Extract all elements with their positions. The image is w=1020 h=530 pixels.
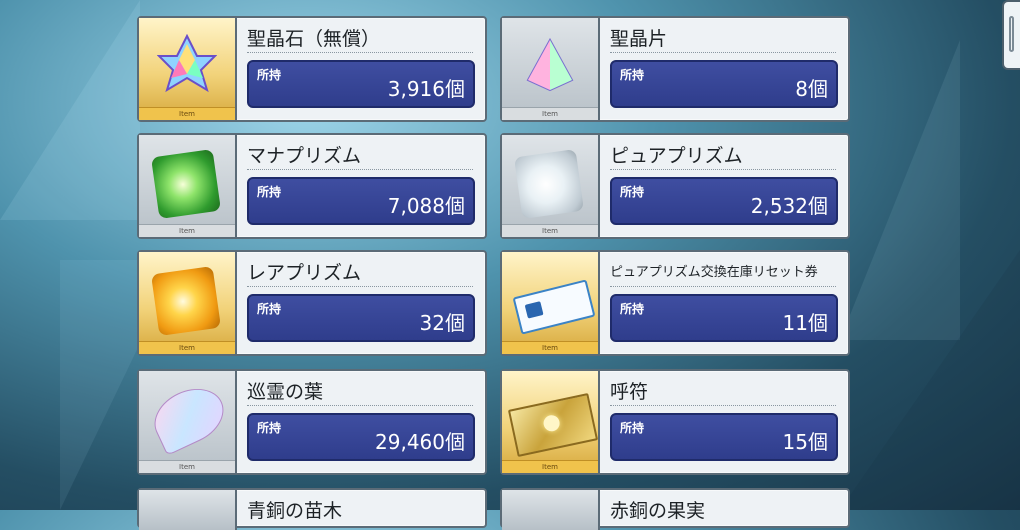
owned-label: 所持: [257, 302, 282, 316]
owned-label: 所持: [620, 421, 645, 435]
item-thumbnail: Item: [139, 18, 237, 120]
divider: [247, 405, 473, 406]
owned-count: 8個: [795, 77, 828, 101]
owned-label: 所持: [257, 421, 282, 435]
item-card-saint-quartz-fragment[interactable]: Item 聖晶片 所持 8個: [500, 16, 850, 122]
item-thumbnail: Item: [139, 252, 237, 354]
summon-ticket-icon: [507, 393, 598, 457]
item-name: ピュアプリズム交換在庫リセット券: [610, 265, 818, 280]
item-card-summon-ticket[interactable]: Item 呼符 所持 15個: [500, 369, 850, 475]
item-name: 聖晶石（無償）: [247, 28, 381, 50]
rare-prism-icon: [150, 265, 222, 337]
owned-box: 所持 7,088個: [247, 177, 475, 225]
item-tag: Item: [139, 341, 235, 354]
owned-label: 所持: [620, 68, 645, 82]
owned-count: 2,532個: [750, 194, 828, 218]
item-name: 聖晶片: [610, 28, 668, 50]
item-thumbnail: [139, 490, 237, 530]
owned-box: 所持 29,460個: [247, 413, 475, 461]
owned-box: 所持 11個: [610, 294, 838, 342]
item-name: 巡霊の葉: [247, 381, 324, 403]
divider: [247, 286, 473, 287]
item-card-pure-prism[interactable]: Item ピュアプリズム 所持 2,532個: [500, 133, 850, 239]
item-tag: Item: [139, 107, 235, 120]
item-tag: Item: [502, 107, 598, 120]
pure-prism-icon: [513, 148, 585, 220]
item-thumbnail: Item: [502, 371, 600, 473]
item-tag: Item: [502, 224, 598, 237]
owned-label: 所持: [257, 68, 282, 82]
owned-count: 7,088個: [387, 194, 465, 218]
item-card-saint-quartz[interactable]: Item 聖晶石（無償） 所持 3,916個: [137, 16, 487, 122]
item-card-rare-prism[interactable]: Item レアプリズム 所持 32個: [137, 250, 487, 356]
item-card-leaf[interactable]: Item 巡霊の葉 所持 29,460個: [137, 369, 487, 475]
scrollbar-handle[interactable]: [1002, 0, 1020, 70]
divider: [610, 286, 836, 287]
item-tag: Item: [502, 460, 598, 473]
item-thumbnail: Item: [139, 371, 237, 473]
owned-box: 所持 8個: [610, 60, 838, 108]
saint-quartz-fragment-icon: [526, 37, 574, 92]
item-tag: Item: [139, 460, 235, 473]
item-tag: Item: [139, 224, 235, 237]
item-card-mana-prism[interactable]: Item マナプリズム 所持 7,088個: [137, 133, 487, 239]
owned-count: 32個: [419, 311, 465, 335]
item-thumbnail: Item: [139, 135, 237, 237]
item-card-partial[interactable]: 青銅の苗木: [137, 488, 487, 530]
divider: [610, 405, 836, 406]
divider: [610, 169, 836, 170]
owned-label: 所持: [620, 302, 645, 316]
divider: [247, 52, 473, 53]
item-thumbnail: Item: [502, 18, 600, 120]
item-thumbnail: [502, 490, 600, 530]
owned-count: 11個: [782, 311, 828, 335]
item-name: ピュアプリズム: [610, 145, 743, 167]
divider: [247, 169, 473, 170]
saint-quartz-icon: [157, 34, 217, 93]
background-shard: [840, 250, 1020, 510]
mana-prism-icon: [150, 148, 222, 220]
owned-label: 所持: [257, 185, 282, 199]
ticket-icon: [512, 279, 596, 335]
item-tag: Item: [502, 341, 598, 354]
item-name: マナプリズム: [247, 145, 362, 167]
owned-count: 29,460個: [375, 430, 465, 454]
owned-box: 所持 3,916個: [247, 60, 475, 108]
divider: [610, 52, 836, 53]
owned-label: 所持: [620, 185, 645, 199]
item-thumbnail: Item: [502, 252, 600, 354]
owned-box: 所持 2,532個: [610, 177, 838, 225]
background-shard: [0, 0, 140, 220]
owned-count: 15個: [782, 430, 828, 454]
item-name: 呼符: [610, 381, 649, 403]
item-card-partial[interactable]: 赤銅の果実: [500, 488, 850, 530]
owned-count: 3,916個: [387, 77, 465, 101]
owned-box: 所持 32個: [247, 294, 475, 342]
item-name: レアプリズム: [247, 262, 362, 284]
item-thumbnail: Item: [502, 135, 600, 237]
item-card-pure-prism-reset-ticket[interactable]: Item ピュアプリズム交換在庫リセット券 所持 11個: [500, 250, 850, 356]
leaf-icon: [145, 378, 233, 456]
owned-box: 所持 15個: [610, 413, 838, 461]
